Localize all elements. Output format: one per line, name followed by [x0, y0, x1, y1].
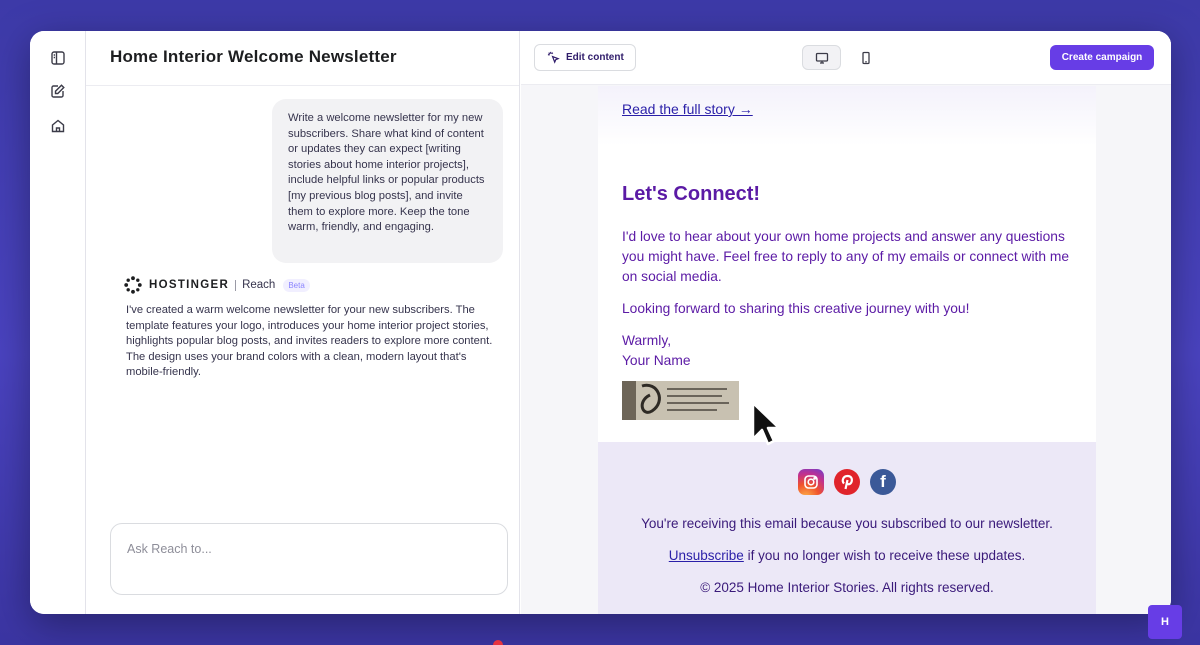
hostinger-logo-icon — [124, 276, 142, 294]
divider — [86, 85, 519, 86]
chat-panel: Home Interior Welcome Newsletter Write a… — [86, 31, 520, 614]
create-campaign-button[interactable]: Create campaign — [1050, 45, 1154, 70]
signoff: Warmly, — [622, 333, 672, 348]
beta-badge: Beta — [283, 278, 310, 292]
app-window: Home Interior Welcome Newsletter Write a… — [30, 31, 1171, 614]
mobile-icon[interactable] — [846, 45, 885, 70]
subscription-notice: You're receiving this email because you … — [641, 516, 1053, 531]
edit-content-label: Edit content — [566, 52, 624, 63]
device-toggle — [802, 45, 890, 70]
signature-name: Your Name — [622, 353, 691, 368]
hostinger-badge-icon: H — [1148, 605, 1182, 639]
brand-product: Reach — [242, 279, 276, 291]
desktop-icon[interactable] — [802, 45, 841, 70]
facebook-icon[interactable]: f — [870, 469, 896, 495]
pinterest-icon[interactable] — [834, 469, 860, 495]
copyright: © 2025 Home Interior Stories. All rights… — [700, 580, 994, 595]
left-rail — [30, 31, 86, 614]
record-indicator — [493, 640, 503, 645]
signature-image — [622, 381, 739, 420]
unsubscribe-link[interactable]: Unsubscribe — [669, 548, 744, 563]
read-full-story-link[interactable]: Read the full story → — [622, 101, 753, 117]
preview-panel: Edit content Create campaign Read the fu… — [521, 31, 1171, 614]
assistant-header: HOSTINGER Reach Beta — [124, 276, 310, 294]
connect-heading: Let's Connect! — [622, 183, 761, 205]
edit-icon[interactable] — [47, 80, 69, 102]
assistant-message: I've created a warm welcome newsletter f… — [126, 304, 493, 379]
email-preview: Read the full story → Let's Connect! I'd… — [598, 86, 1096, 614]
home-icon[interactable] — [47, 115, 69, 137]
edit-content-button[interactable]: Edit content — [534, 44, 636, 71]
unsubscribe-line: Unsubscribe if you no longer wish to rec… — [598, 548, 1096, 563]
cursor-click-icon — [547, 51, 560, 64]
chat-input[interactable]: Ask Reach to... — [110, 523, 508, 595]
user-message: Write a welcome newsletter for my new su… — [272, 99, 503, 263]
instagram-icon[interactable] — [798, 469, 824, 495]
connect-body: I'd love to hear about your own home pro… — [622, 229, 1070, 284]
preview-toolbar: Edit content Create campaign — [521, 31, 1171, 85]
sidebar-toggle-icon[interactable] — [47, 47, 69, 69]
unsubscribe-text: if you no longer wish to receive these u… — [743, 548, 1026, 563]
email-footer: f You're receiving this email because yo… — [598, 442, 1096, 614]
social-links: f — [798, 469, 898, 495]
mouse-pointer-icon — [751, 401, 780, 446]
brand-separator — [235, 279, 237, 291]
closing-line: Looking forward to sharing this creative… — [622, 301, 970, 316]
page-title: Home Interior Welcome Newsletter — [110, 47, 397, 66]
brand-name: HOSTINGER — [149, 279, 230, 291]
